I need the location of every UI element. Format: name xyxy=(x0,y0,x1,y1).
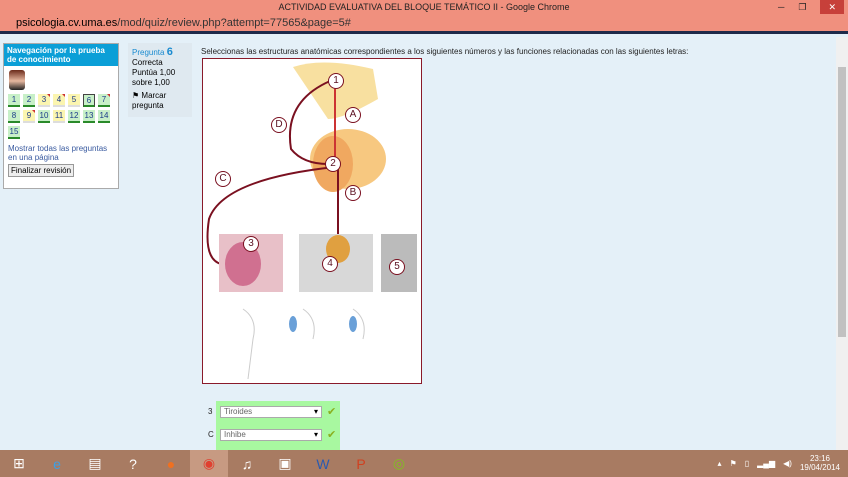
question-text: Seleccionas las estructuras anatómicas c… xyxy=(201,47,689,56)
check-icon: ✔ xyxy=(327,429,337,441)
answer-key: 3 xyxy=(208,407,213,416)
flag-icon[interactable]: ⚑ xyxy=(730,459,737,468)
window-titlebar: ACTIVIDAD EVALUATIVA DEL BLOQUE TEMÁTICO… xyxy=(0,0,848,14)
diagram-label-D: D xyxy=(271,117,287,133)
question-button-6[interactable]: 6 xyxy=(83,94,95,107)
question-label: Pregunta xyxy=(132,48,165,57)
diagram-label-5: 5 xyxy=(389,259,405,275)
ie-icon[interactable]: e xyxy=(38,450,76,477)
powerpoint-icon[interactable]: P xyxy=(342,450,380,477)
question-button-14[interactable]: 14 xyxy=(98,110,110,123)
endocrine-diagram: 1 2 3 4 5 A B C D xyxy=(202,58,422,384)
minimize-button[interactable]: ─ xyxy=(778,0,784,14)
itunes-icon[interactable]: ♫ xyxy=(228,450,266,477)
finish-review-button[interactable]: Finalizar revisión xyxy=(8,164,75,177)
question-status: Correcta xyxy=(132,58,163,67)
question-buttons: 1 2 3 4 5 6 7 8 9 10 11 12 13 14 15 xyxy=(4,94,116,139)
url-path: /mod/quiz/review.php?attempt=77565&page=… xyxy=(117,17,351,29)
diagram-label-4: 4 xyxy=(322,256,338,272)
question-button-4[interactable]: 4 xyxy=(53,94,65,107)
window-title: ACTIVIDAD EVALUATIVA DEL BLOQUE TEMÁTICO… xyxy=(278,2,570,12)
question-button-11[interactable]: 11 xyxy=(53,110,65,123)
battery-icon[interactable]: ▯ xyxy=(745,459,749,468)
question-button-13[interactable]: 13 xyxy=(83,110,95,123)
question-button-2[interactable]: 2 xyxy=(23,94,35,107)
diagram-label-1: 1 xyxy=(328,73,344,89)
answer-area: 3 Tiroides ✔ C Inhibe ✔ xyxy=(208,401,340,451)
network-icon[interactable]: ▂▄▆ xyxy=(757,459,775,468)
answer-key: C xyxy=(208,430,214,439)
chrome-icon[interactable]: ◉ xyxy=(190,450,228,477)
check-icon: ✔ xyxy=(327,406,337,418)
clock-time: 23:16 xyxy=(809,454,830,463)
flag-question-button[interactable]: ⚑ Marcar pregunta xyxy=(132,91,188,111)
question-button-8[interactable]: 8 xyxy=(8,110,20,123)
spotify-icon[interactable]: ◎ xyxy=(380,450,418,477)
quiz-navigation-block: Navegación por la prueba de conocimiento… xyxy=(3,43,119,189)
diagram-label-B: B xyxy=(345,185,361,201)
question-button-12[interactable]: 12 xyxy=(68,110,80,123)
address-bar[interactable]: psicologia.cv.uma.es/mod/quiz/review.php… xyxy=(0,14,848,34)
question-score: Puntúa 1,00 sobre 1,00 xyxy=(132,68,176,87)
url-host: psicologia.cv.uma.es xyxy=(16,17,118,29)
flag-icon: ⚑ xyxy=(132,91,140,100)
close-button[interactable]: ✕ xyxy=(820,0,844,14)
diagram-label-3: 3 xyxy=(243,236,259,252)
system-tray: ▴ ⚑ ▯ ▂▄▆ ◀) 23:16 19/04/2014 xyxy=(718,454,840,472)
diagram-label-C: C xyxy=(215,171,231,187)
answer-select-c[interactable]: Inhibe xyxy=(220,428,322,441)
volume-icon[interactable]: ◀) xyxy=(783,459,792,468)
scrollbar-thumb[interactable] xyxy=(838,67,846,337)
remote-desktop-icon[interactable]: ▣ xyxy=(266,450,304,477)
diagram-label-A: A xyxy=(345,107,361,123)
file-explorer-icon[interactable]: ▤ xyxy=(76,450,114,477)
help-icon[interactable]: ? xyxy=(114,450,152,477)
clock-date: 19/04/2014 xyxy=(799,463,840,472)
diagram-label-2: 2 xyxy=(325,156,341,172)
taskbar: ⊞ e ▤ ? ● ◉ ♫ ▣ W P ◎ ▴ ⚑ ▯ ▂▄▆ ◀) 23:16 19/0… xyxy=(0,450,848,477)
firefox-icon[interactable]: ● xyxy=(152,450,190,477)
question-button-3[interactable]: 3 xyxy=(38,94,50,107)
avatar xyxy=(9,70,25,90)
scrollbar[interactable] xyxy=(836,37,848,450)
answer-select-3[interactable]: Tiroides xyxy=(220,405,322,418)
show-all-link[interactable]: Mostrar todas las preguntas en una págin… xyxy=(8,144,114,162)
clock[interactable]: 23:16 19/04/2014 xyxy=(800,454,840,472)
question-info: Pregunta 6 Correcta Puntúa 1,00 sobre 1,… xyxy=(128,43,192,117)
start-button[interactable]: ⊞ xyxy=(0,450,38,477)
question-button-5[interactable]: 5 xyxy=(68,94,80,107)
question-button-1[interactable]: 1 xyxy=(8,94,20,107)
page-content: Navegación por la prueba de conocimiento… xyxy=(0,37,836,451)
restore-button[interactable]: ❐ xyxy=(798,0,806,14)
question-number: 6 xyxy=(166,46,173,58)
word-icon[interactable]: W xyxy=(304,450,342,477)
diagram-svg xyxy=(206,62,417,380)
question-button-9[interactable]: 9 xyxy=(23,110,35,123)
question-button-15[interactable]: 15 xyxy=(8,126,20,139)
question-button-7[interactable]: 7 xyxy=(98,94,110,107)
nav-title: Navegación por la prueba de conocimiento xyxy=(4,44,118,66)
question-button-10[interactable]: 10 xyxy=(38,110,50,123)
show-hidden-icons[interactable]: ▴ xyxy=(718,459,722,468)
